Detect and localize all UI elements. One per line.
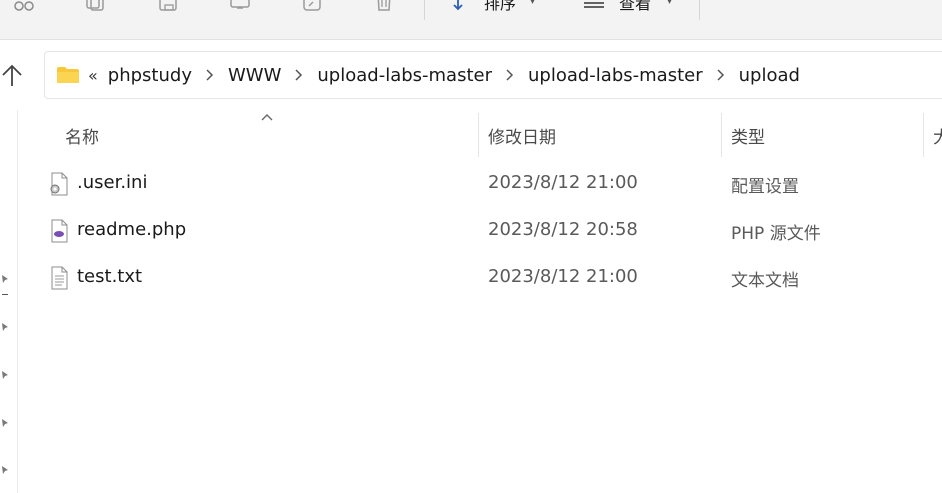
cut-icon[interactable] xyxy=(13,0,35,12)
file-modified-date: 2023/8/12 21:00 xyxy=(488,172,638,193)
column-divider[interactable] xyxy=(923,113,924,157)
file-name: .user.ini xyxy=(77,172,148,193)
more-options-button[interactable]: ··· xyxy=(724,0,742,7)
file-row[interactable]: .user.ini 2023/8/12 21:00 配置设置 xyxy=(40,160,942,206)
text-file-icon xyxy=(48,266,70,290)
navigation-pane xyxy=(0,110,18,493)
delete-icon[interactable] xyxy=(373,0,395,12)
view-button[interactable]: 查看 xyxy=(619,0,651,14)
file-row[interactable]: readme.php 2023/8/12 20:58 PHP 源文件 xyxy=(40,207,942,253)
file-modified-date: 2023/8/12 21:00 xyxy=(488,266,638,287)
settings-file-icon xyxy=(48,172,70,196)
paste-icon[interactable] xyxy=(157,0,179,12)
file-modified-date: 2023/8/12 20:58 xyxy=(488,219,638,240)
nav-collapse-marker[interactable] xyxy=(2,294,8,295)
sort-icon xyxy=(452,0,474,12)
sort-ascending-icon xyxy=(261,113,273,121)
breadcrumb-overflow[interactable]: « xyxy=(88,66,98,85)
copy-icon[interactable] xyxy=(84,0,106,12)
file-type: 配置设置 xyxy=(731,177,799,197)
breadcrumb-item-current[interactable]: upload xyxy=(739,65,800,86)
chevron-right-icon[interactable] xyxy=(503,68,517,82)
sort-button[interactable]: 排序 xyxy=(484,0,516,14)
pin-icon[interactable] xyxy=(0,418,10,428)
chevron-down-icon: ▾ xyxy=(530,0,536,7)
arrow-up-icon[interactable] xyxy=(0,62,24,90)
breadcrumb-item[interactable]: WWW xyxy=(228,65,281,86)
share-icon[interactable] xyxy=(301,0,323,12)
pin-icon[interactable] xyxy=(0,274,10,284)
breadcrumb-item[interactable]: phpstudy xyxy=(108,65,192,86)
file-type: PHP 源文件 xyxy=(731,224,821,244)
pin-icon[interactable] xyxy=(0,370,10,380)
column-header-row: 名称 修改日期 类型 大 xyxy=(0,110,942,157)
chevron-right-icon[interactable] xyxy=(203,68,217,82)
file-type: 文本文档 xyxy=(731,271,799,291)
pin-icon[interactable] xyxy=(0,322,10,332)
folder-icon xyxy=(56,66,80,84)
column-header-modified[interactable]: 修改日期 xyxy=(488,123,556,148)
command-bar: 排序 ▾ 查看 ▾ ··· xyxy=(0,0,942,40)
column-header-type[interactable]: 类型 xyxy=(731,123,765,148)
pin-icon[interactable] xyxy=(0,465,10,475)
column-header-size[interactable]: 大 xyxy=(933,123,942,148)
file-row[interactable]: test.txt 2023/8/12 21:00 文本文档 xyxy=(40,254,942,300)
chevron-right-icon[interactable] xyxy=(714,68,728,82)
toolbar-separator xyxy=(424,0,425,20)
toolbar-separator xyxy=(699,0,700,20)
chevron-down-icon: ▾ xyxy=(667,0,673,7)
php-file-icon xyxy=(48,219,70,243)
address-bar[interactable]: « phpstudy WWW upload-labs-master upload… xyxy=(44,51,942,99)
chevron-right-icon[interactable] xyxy=(292,68,306,82)
column-divider[interactable] xyxy=(721,113,722,157)
view-icon xyxy=(583,0,605,12)
breadcrumb-item[interactable]: upload-labs-master xyxy=(528,65,703,86)
breadcrumb-item[interactable]: upload-labs-master xyxy=(317,65,492,86)
column-divider[interactable] xyxy=(478,113,479,157)
file-name: test.txt xyxy=(77,266,143,287)
rename-icon[interactable] xyxy=(229,0,251,12)
file-name: readme.php xyxy=(77,219,187,240)
column-header-name[interactable]: 名称 xyxy=(65,123,99,148)
